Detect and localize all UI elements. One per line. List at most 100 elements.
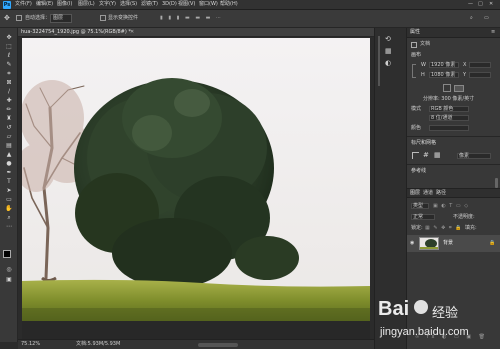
- rectangle-tool[interactable]: ▭: [4, 196, 14, 203]
- zoom-tool[interactable]: ⌕: [4, 214, 14, 221]
- menu-edit[interactable]: 编辑(E): [36, 1, 53, 8]
- properties-icon[interactable]: ▦: [385, 48, 392, 55]
- guides-section-header[interactable]: 参考线: [411, 168, 426, 175]
- paths-tab[interactable]: 路径: [436, 190, 446, 197]
- clone-stamp-tool[interactable]: ♜: [4, 115, 14, 122]
- menu-select[interactable]: 选择(S): [120, 1, 137, 8]
- healing-brush-tool[interactable]: ✚: [4, 97, 14, 104]
- path-select-tool[interactable]: ➤: [4, 187, 14, 194]
- pasteboard: [22, 321, 370, 339]
- orientation-portrait-icon[interactable]: [443, 84, 451, 92]
- mode-dropdown[interactable]: RGB 颜色: [429, 106, 469, 112]
- watermark-brand: Bai: [378, 298, 410, 320]
- y-input[interactable]: [469, 72, 491, 78]
- move-tool-icon[interactable]: ✥: [4, 15, 10, 22]
- menu-help[interactable]: 帮助(H): [220, 1, 238, 8]
- options-bar: ✥ 自动选择： 图层 显示变换控件 ▮ ▮ ▮ ▬ ▬ ▬ ⋯ ⌕ ▭: [0, 10, 500, 28]
- close-icon[interactable]: ✕: [489, 1, 493, 8]
- hand-tool[interactable]: ✋: [4, 205, 14, 212]
- quick-mask-icon[interactable]: ◎: [4, 266, 14, 273]
- type-tool[interactable]: T: [4, 178, 14, 185]
- blend-mode-dropdown[interactable]: 正常: [411, 214, 435, 220]
- zoom-level[interactable]: 75.12%: [21, 341, 40, 348]
- rulers-grid-section-header[interactable]: 标尺和网格: [411, 140, 436, 147]
- gradient-tool[interactable]: ▤: [4, 142, 14, 149]
- panel-menu-icon[interactable]: ≡: [491, 29, 495, 36]
- quick-select-tool[interactable]: ✎: [4, 61, 14, 68]
- horizontal-scrollbar[interactable]: [198, 343, 238, 347]
- properties-tab-bar: 属性 ≡: [407, 28, 500, 38]
- panel-scrollbar[interactable]: [495, 178, 498, 188]
- divider: [407, 164, 500, 165]
- search-icon[interactable]: ⌕: [470, 15, 473, 22]
- grid-icon[interactable]: #: [423, 152, 429, 159]
- maximize-icon[interactable]: □: [478, 1, 483, 8]
- brush-tool[interactable]: ✏: [4, 106, 14, 113]
- history-icon[interactable]: ⟲: [385, 36, 391, 43]
- align-icons[interactable]: ▮ ▮ ▮ ▬ ▬ ▬ ⋯: [160, 15, 223, 22]
- menu-image[interactable]: 图像(I): [57, 1, 72, 8]
- more-tools-icon[interactable]: ⋯: [4, 223, 14, 230]
- layer-filter-dropdown[interactable]: 类型: [411, 203, 429, 209]
- auto-select-checkbox[interactable]: [16, 15, 22, 21]
- layer-name[interactable]: 背景: [443, 240, 453, 247]
- depth-dropdown[interactable]: 8 位/通道: [429, 115, 469, 121]
- properties-type: 文档: [420, 41, 431, 47]
- layer-thumbnail: [419, 237, 439, 250]
- show-transform-checkbox[interactable]: [100, 15, 106, 21]
- panel-grip[interactable]: [378, 36, 380, 86]
- divider: [407, 136, 500, 137]
- lock-icons[interactable]: ▦ ✎ ✥ ⌗ 🔒: [425, 225, 463, 232]
- marquee-tool[interactable]: ⬚: [4, 43, 14, 50]
- visibility-eye-icon[interactable]: ◉: [410, 240, 414, 247]
- document-canvas[interactable]: [22, 38, 370, 321]
- layer-row[interactable]: ◉ 背景 🔒: [407, 235, 500, 252]
- menu-filter[interactable]: 滤镜(T): [141, 1, 158, 8]
- pen-tool[interactable]: ✒: [4, 169, 14, 176]
- ruler-icon[interactable]: [412, 152, 419, 159]
- x-input[interactable]: [469, 62, 491, 68]
- properties-tab[interactable]: 属性: [410, 29, 420, 36]
- menu-view[interactable]: 视图(V): [178, 1, 195, 8]
- height-label: H: [421, 72, 425, 78]
- menu-window[interactable]: 窗口(W): [199, 1, 218, 8]
- foreground-color-swatch[interactable]: [3, 250, 11, 258]
- layers-tab[interactable]: 图层: [410, 190, 420, 197]
- screen-mode-icon[interactable]: ▣: [4, 276, 14, 283]
- crop-tool[interactable]: ⌗: [4, 70, 14, 77]
- channels-tab[interactable]: 通道: [423, 190, 433, 197]
- layer-filter-icons[interactable]: ▣ ◐ T ▭ ◇: [433, 203, 469, 210]
- height-input[interactable]: 1080 像素: [429, 72, 459, 78]
- blur-tool[interactable]: ▲: [4, 151, 14, 158]
- eyedropper-tool[interactable]: ∕: [4, 88, 14, 95]
- orientation-landscape-icon[interactable]: [454, 85, 464, 92]
- close-tab-icon[interactable]: ✕: [130, 29, 134, 36]
- guides-icon[interactable]: ▦: [434, 152, 441, 159]
- width-label: W: [421, 62, 426, 68]
- menu-layer[interactable]: 图层(L): [78, 1, 95, 8]
- move-tool[interactable]: ✥: [4, 34, 14, 41]
- menu-type[interactable]: 文字(Y): [99, 1, 116, 8]
- menu-file[interactable]: 文件(F): [15, 1, 32, 8]
- history-brush-tool[interactable]: ↺: [4, 124, 14, 131]
- group-select-dropdown[interactable]: 图层: [50, 14, 72, 23]
- background-color-dropdown[interactable]: [429, 125, 469, 131]
- lasso-tool[interactable]: ℓ: [4, 52, 14, 59]
- menu-3d[interactable]: 3D(D): [162, 1, 177, 8]
- document-tab[interactable]: hua-3224754_1920.jpg @ 75.1%(RGB/8#) * ✕: [18, 28, 374, 37]
- layers-tab-bar: 图层 通道 路径: [407, 188, 500, 198]
- frame-tool[interactable]: ⊠: [4, 79, 14, 86]
- canvas-section-header[interactable]: 画布: [411, 52, 421, 59]
- workspace-icon[interactable]: ▭: [484, 15, 489, 22]
- lock-label: 锁定:: [411, 225, 423, 231]
- width-input[interactable]: 1920 像素: [429, 62, 459, 68]
- tools-panel: ✥ ⬚ ℓ ✎ ⌗ ⊠ ∕ ✚ ✏ ♜ ↺ ▱ ▤ ▲ ● ✒ T ➤ ▭ ✋ …: [0, 28, 18, 342]
- dodge-tool[interactable]: ●: [4, 160, 14, 167]
- grid-unit-dropdown[interactable]: 像素: [457, 153, 491, 159]
- link-dimensions-icon[interactable]: [412, 64, 416, 78]
- minimize-icon[interactable]: —: [468, 1, 473, 8]
- document-info[interactable]: 文档:5.93M/5.93M: [76, 341, 120, 348]
- eraser-tool[interactable]: ▱: [4, 133, 14, 140]
- mode-label: 模式: [411, 106, 422, 112]
- adjustments-icon[interactable]: ◐: [385, 60, 391, 67]
